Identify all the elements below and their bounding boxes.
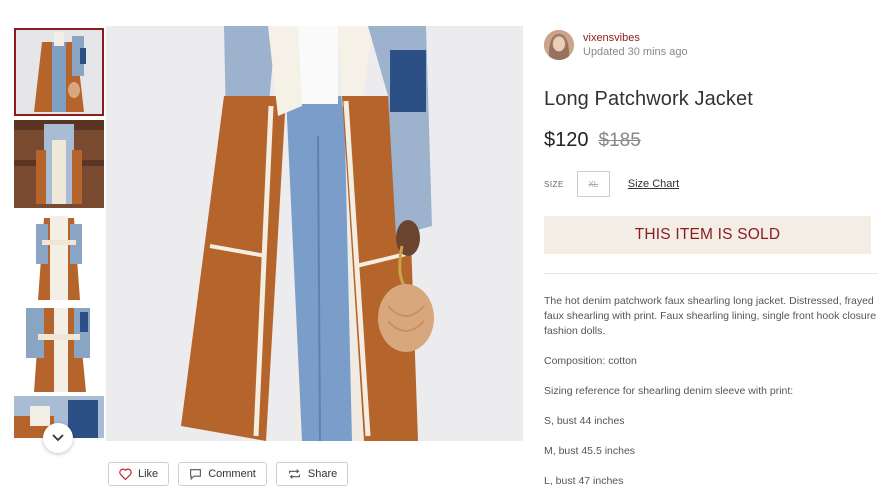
comment-button[interactable]: Comment [178, 462, 267, 486]
thumbnail-4-image [14, 304, 104, 392]
current-price: $120 [544, 129, 589, 151]
thumbnail-3[interactable] [14, 212, 104, 300]
sold-banner: THIS ITEM IS SOLD [544, 216, 871, 254]
size-row: SIZE XL Size Chart [544, 171, 679, 197]
description-line: The hot denim patchwork faux shearling l… [544, 295, 874, 307]
product-description: The hot denim patchwork faux shearling l… [544, 294, 878, 489]
thumbnail-4[interactable] [14, 304, 104, 392]
thumbnail-2[interactable] [14, 120, 104, 208]
size-entry-s: S, bust 44 inches [544, 415, 625, 427]
share-button[interactable]: Share [275, 462, 349, 486]
thumbnail-strip [14, 26, 104, 438]
thumbnail-1-image [14, 28, 104, 116]
description-line: faux shearling with print. Faux shearlin… [544, 310, 877, 322]
size-entry-l: L, bust 47 inches [544, 475, 624, 487]
thumbnail-scroll-down-button[interactable] [43, 423, 73, 453]
product-photo [106, 26, 523, 441]
description-line: fashion dolls. [544, 325, 606, 337]
size-chart-link[interactable]: Size Chart [628, 178, 679, 190]
product-title: Long Patchwork Jacket [544, 88, 753, 110]
price-row: $120 $185 [544, 129, 641, 152]
comment-icon [190, 469, 202, 480]
divider [544, 273, 878, 274]
social-actions: Like Comment Share [108, 462, 349, 486]
size-entry-m: M, bust 45.5 inches [544, 445, 636, 457]
avatar[interactable] [544, 30, 574, 60]
thumbnail-1[interactable] [14, 28, 104, 116]
composition-text: Composition: cotton [544, 355, 637, 367]
comment-label: Comment [208, 468, 256, 480]
thumbnail-2-image [14, 120, 104, 208]
share-label: Share [307, 468, 338, 480]
size-label: SIZE [544, 179, 564, 189]
like-label: Like [138, 468, 159, 480]
thumbnail-3-image [14, 212, 104, 300]
chevron-down-icon [52, 434, 64, 442]
sizing-intro: Sizing reference for shearling denim sle… [544, 385, 794, 397]
main-product-image[interactable] [106, 26, 523, 441]
original-price: $185 [598, 130, 641, 151]
seller-name-link[interactable]: vixensvibes [583, 31, 688, 45]
size-option-xl: XL [576, 171, 610, 197]
like-button[interactable]: Like [108, 462, 170, 486]
seller-info: vixensvibes Updated 30 mins ago [544, 30, 688, 60]
avatar-image [544, 30, 574, 60]
repost-icon [288, 469, 300, 479]
heart-icon [119, 468, 132, 480]
updated-timestamp: Updated 30 mins ago [583, 46, 688, 58]
